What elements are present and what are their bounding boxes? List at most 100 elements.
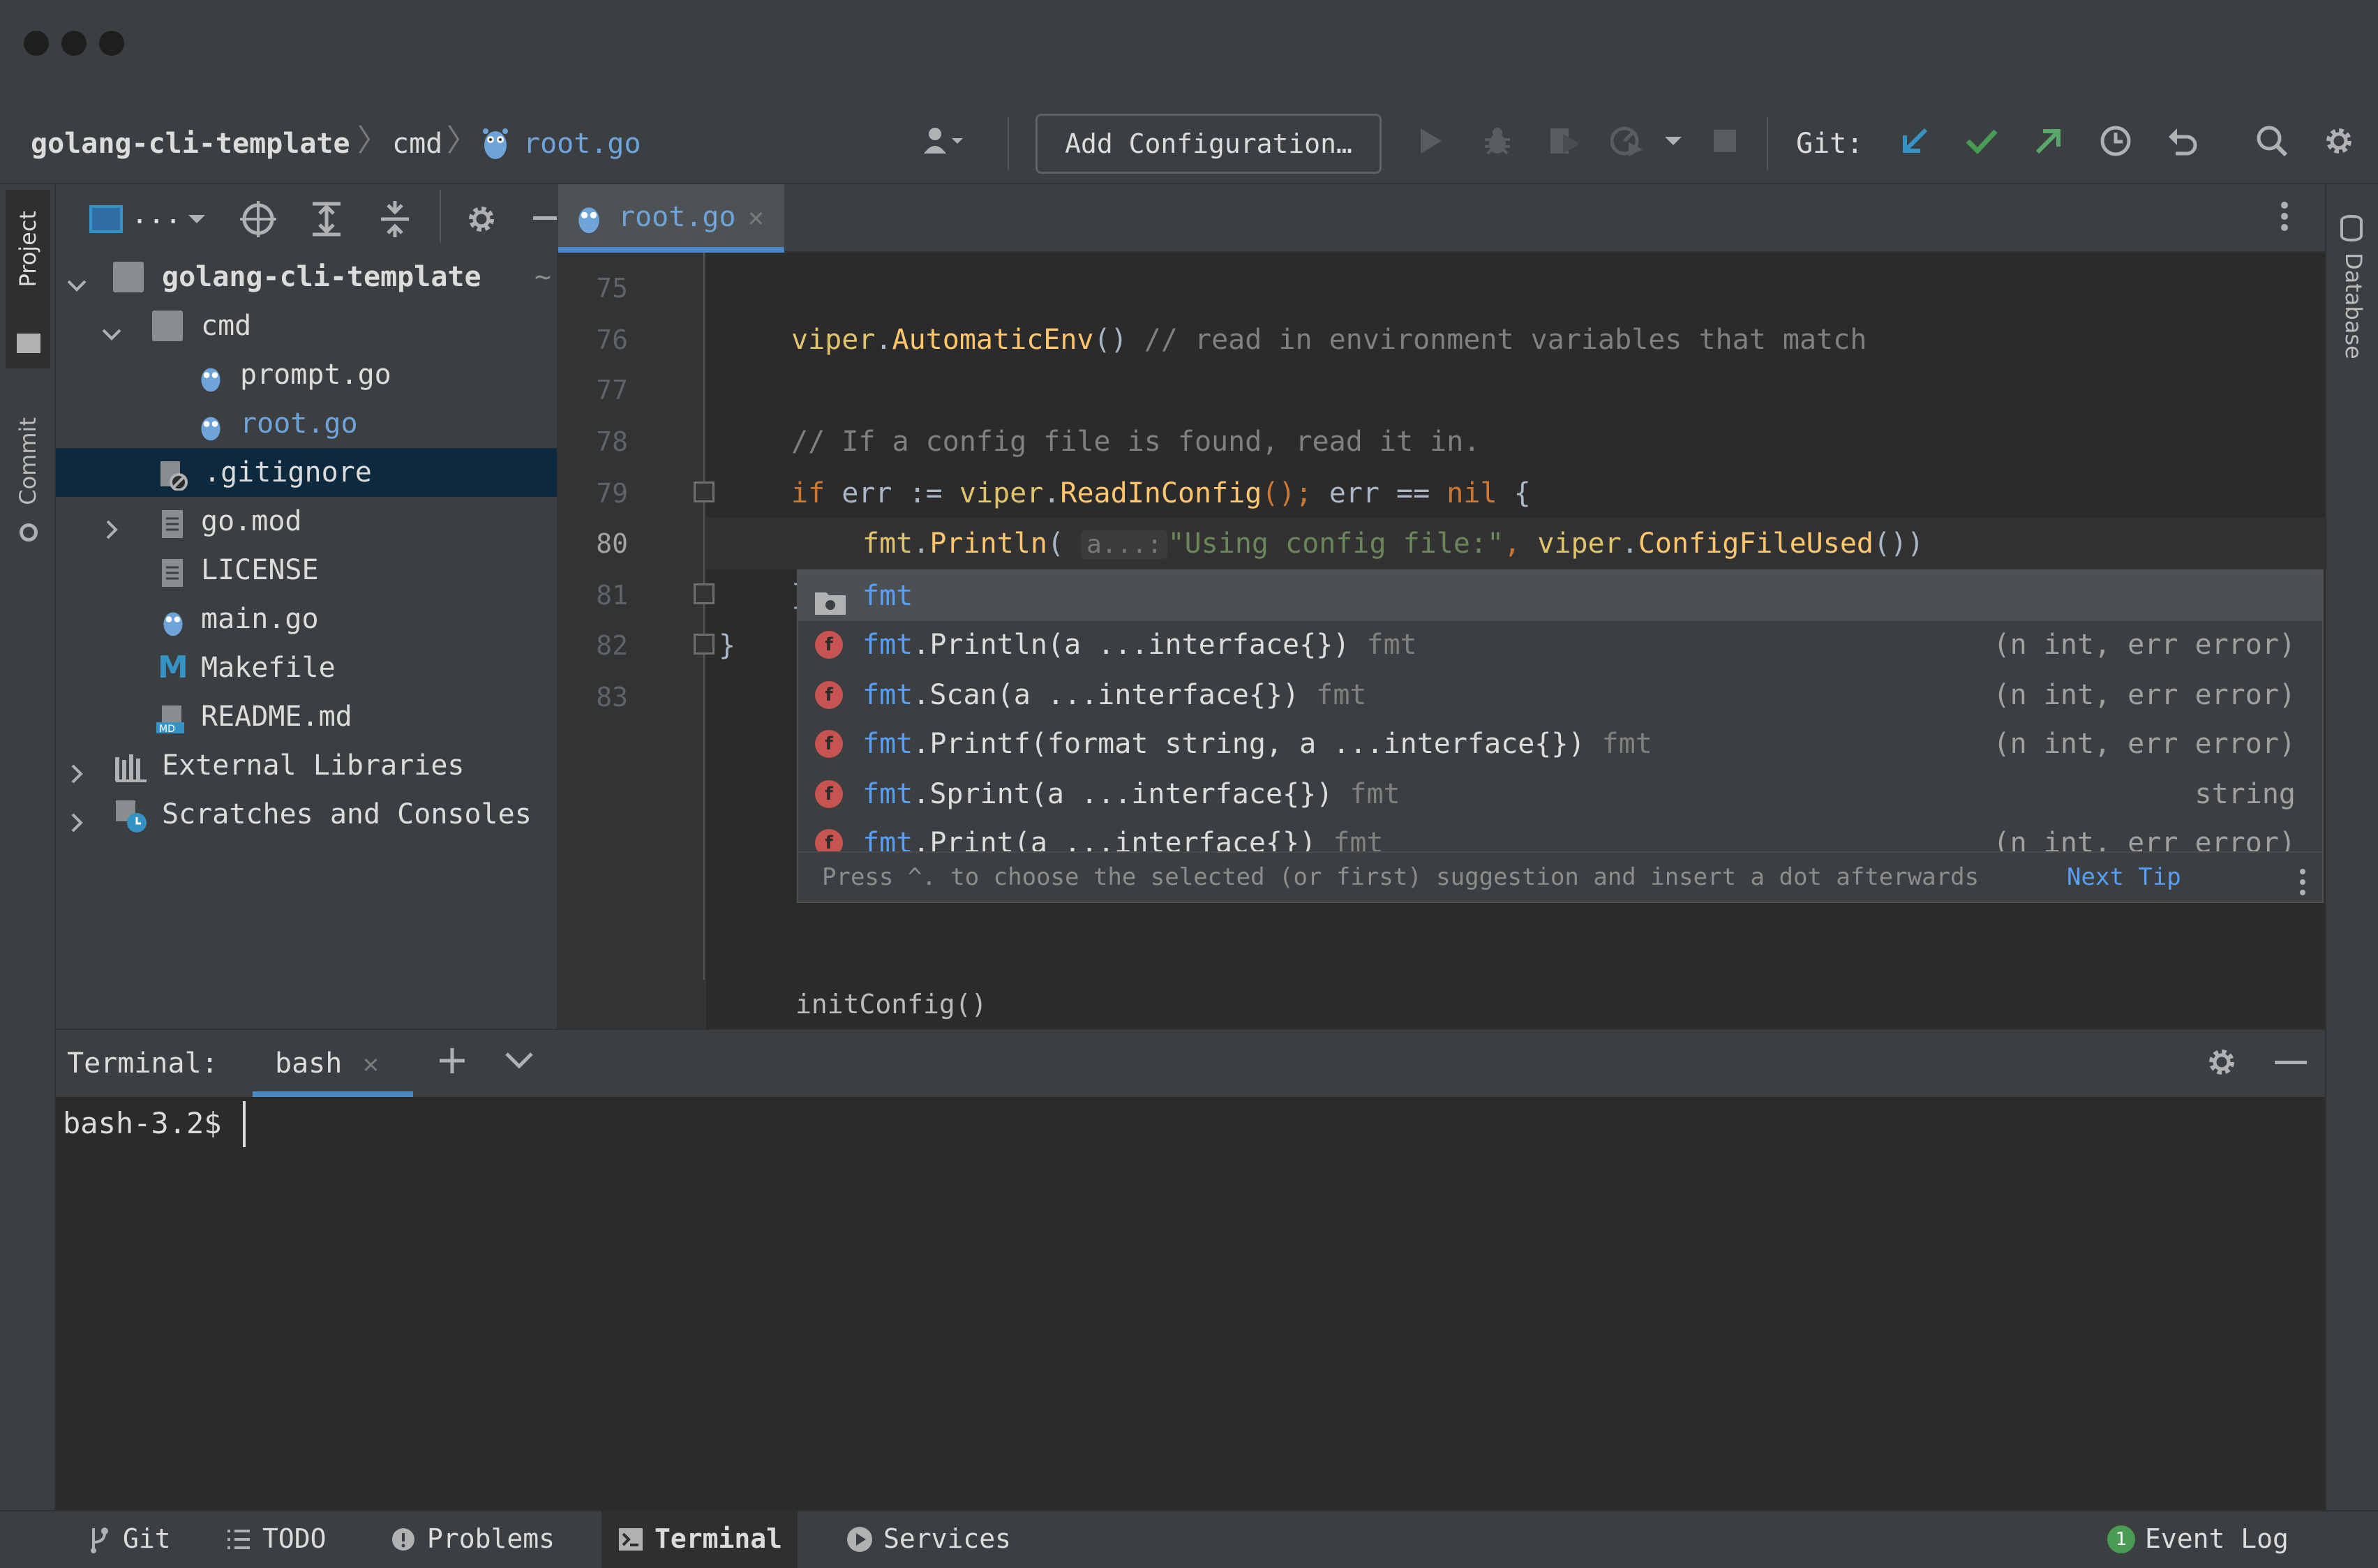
- todo-tool-button[interactable]: TODO: [209, 1510, 342, 1568]
- chevron-right-icon[interactable]: [64, 802, 89, 832]
- collapse-all-icon[interactable]: [378, 201, 412, 240]
- view-dropdown-chevron-icon[interactable]: [187, 212, 207, 229]
- close-tab-icon[interactable]: ✕: [748, 198, 764, 236]
- terminal-tool-button[interactable]: Terminal: [601, 1510, 798, 1568]
- tree-row-external-libraries[interactable]: External Libraries: [56, 741, 557, 790]
- file-icon: [158, 555, 188, 587]
- close-terminal-tab-icon[interactable]: ✕: [363, 1044, 379, 1083]
- chevron-right-icon[interactable]: [64, 753, 89, 784]
- zoom-window-button[interactable]: [99, 31, 124, 56]
- chevron-down-icon[interactable]: [64, 264, 89, 292]
- tree-row-root-go[interactable]: root.go: [56, 399, 557, 448]
- run-with-coverage-icon[interactable]: [1542, 119, 1587, 163]
- next-tip-link[interactable]: Next Tip: [2067, 853, 2181, 902]
- code-breadcrumb[interactable]: initConfig(): [795, 987, 987, 1022]
- add-configuration-button[interactable]: Add Configuration…: [1035, 114, 1382, 174]
- debug-icon[interactable]: [1475, 119, 1520, 163]
- more-run-options-chevron-icon[interactable]: [1651, 119, 1696, 163]
- commit-tool-tab[interactable]: Commit: [6, 412, 50, 558]
- completion-return-type: (n int, err error): [1993, 827, 2296, 851]
- project-view-selector[interactable]: ...: [131, 198, 181, 230]
- tree-row-project-root[interactable]: golang-cli-template ~: [56, 253, 557, 301]
- chevron-down-icon[interactable]: [99, 313, 124, 341]
- tree-row-cmd[interactable]: cmd: [56, 301, 557, 350]
- profile-icon[interactable]: [1605, 119, 1650, 163]
- git-branch-icon: [85, 1525, 113, 1553]
- expand-all-icon[interactable]: [310, 201, 343, 240]
- fold-marker-icon[interactable]: [694, 583, 715, 604]
- new-terminal-plus-icon[interactable]: [437, 1045, 468, 1079]
- breadcrumb-separator: 〉: [357, 123, 388, 158]
- line-number: 76: [596, 324, 628, 355]
- completion-item[interactable]: f fmt.Print(a ...interface{}) fmt (n int…: [798, 818, 2322, 851]
- hide-terminal-icon[interactable]: [2275, 1061, 2307, 1064]
- stop-icon[interactable]: [1703, 119, 1747, 163]
- minimize-window-button[interactable]: [61, 31, 87, 56]
- run-icon[interactable]: [1408, 119, 1453, 163]
- tree-row-readme[interactable]: MD README.md: [56, 692, 557, 741]
- markdown-file-icon: MD: [155, 701, 186, 735]
- terminal-settings-gear-icon[interactable]: [2205, 1045, 2238, 1082]
- project-settings-gear-icon[interactable]: [465, 202, 498, 239]
- code-token: ();: [1262, 477, 1313, 509]
- completion-item[interactable]: f fmt.Sprint(a ...interface{}) fmt strin…: [798, 769, 2322, 819]
- hide-panel-icon[interactable]: [533, 216, 557, 220]
- line-number: 81: [596, 580, 628, 611]
- tree-row-license[interactable]: LICENSE: [56, 546, 557, 595]
- breadcrumb-project[interactable]: golang-cli-template: [31, 124, 350, 163]
- tree-row-go-mod[interactable]: go.mod: [56, 497, 557, 546]
- svg-text:MD: MD: [159, 724, 175, 735]
- terminal-output[interactable]: [56, 1097, 2325, 1510]
- search-icon[interactable]: [2250, 119, 2294, 163]
- tree-row-prompt-go[interactable]: prompt.go: [56, 350, 557, 399]
- select-opened-file-icon[interactable]: [240, 201, 276, 240]
- completion-package: fmt: [1366, 629, 1417, 661]
- git-tool-button[interactable]: Git: [70, 1510, 186, 1568]
- completion-signature: .Scan(a ...interface{}): [913, 679, 1300, 711]
- completion-item[interactable]: fmt: [798, 571, 2322, 621]
- completion-signature: .Println(a ...interface{}): [913, 629, 1350, 661]
- services-tool-button[interactable]: Services: [830, 1510, 1026, 1568]
- fold-marker-icon[interactable]: [694, 481, 715, 502]
- info-icon: [389, 1525, 417, 1553]
- tree-row-gitignore[interactable]: .gitignore: [56, 448, 557, 497]
- git-push-icon[interactable]: [2026, 119, 2071, 163]
- completion-item[interactable]: f fmt.Scan(a ...interface{}) fmt (n int,…: [798, 670, 2322, 720]
- breadcrumb-folder[interactable]: cmd: [392, 124, 442, 163]
- database-tool-tab[interactable]: Database: [2333, 209, 2370, 398]
- code-line-80: fmt.Println( a...: "Using config file:", …: [862, 528, 1924, 560]
- file-icon: [158, 506, 188, 538]
- line-number: 82: [596, 630, 628, 661]
- tree-row-label: root.go: [240, 408, 358, 440]
- problems-tool-button[interactable]: Problems: [374, 1510, 570, 1568]
- toolbar-divider: [440, 190, 441, 243]
- history-icon[interactable]: [2093, 119, 2138, 163]
- completion-return-type: (n int, err error): [1993, 629, 2296, 661]
- git-commit-icon[interactable]: [1959, 119, 2004, 163]
- completion-item[interactable]: f fmt.Printf(format string, a ...interfa…: [798, 719, 2322, 769]
- settings-gear-icon[interactable]: [2317, 119, 2361, 163]
- close-window-button[interactable]: [24, 31, 49, 56]
- tree-row-scratches[interactable]: Scratches and Consoles: [56, 790, 557, 839]
- rollback-icon[interactable]: [2160, 119, 2205, 163]
- editor-tab-label: root.go: [618, 201, 736, 233]
- user-menu-icon[interactable]: [921, 119, 966, 163]
- completion-match: fmt: [862, 778, 913, 810]
- fold-marker-icon[interactable]: [694, 634, 715, 655]
- editor-more-options-icon[interactable]: [2280, 201, 2289, 234]
- project-tool-tab[interactable]: Project: [6, 190, 50, 368]
- todo-tool-label: TODO: [262, 1523, 327, 1554]
- git-update-icon[interactable]: [1892, 119, 1937, 163]
- project-view-icon[interactable]: [89, 205, 123, 233]
- terminal-dropdown-chevron-icon[interactable]: [504, 1051, 534, 1073]
- editor-tab-root-go[interactable]: root.go ✕: [558, 184, 784, 253]
- completion-more-options-icon[interactable]: [2298, 864, 2307, 913]
- breadcrumb-file[interactable]: root.go: [523, 124, 641, 163]
- code-keyword: nil: [1446, 477, 1497, 509]
- tree-row-main-go[interactable]: main.go: [56, 595, 557, 643]
- chevron-right-icon[interactable]: [99, 509, 124, 539]
- completion-item[interactable]: f fmt.Println(a ...interface{}) fmt (n i…: [798, 620, 2322, 670]
- code-token: (): [1093, 324, 1128, 356]
- tree-row-makefile[interactable]: M Makefile: [56, 643, 557, 692]
- event-log-button[interactable]: 1 Event Log: [2092, 1510, 2304, 1568]
